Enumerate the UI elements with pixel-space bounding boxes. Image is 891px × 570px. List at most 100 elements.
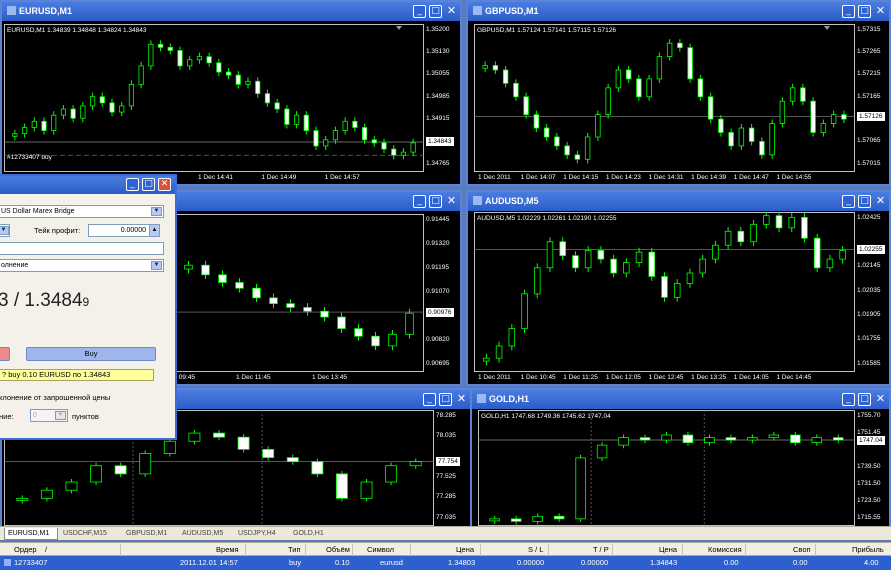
sell-button[interactable] [0, 347, 10, 361]
close-icon[interactable]: ✕ [874, 5, 887, 18]
col-current-price[interactable]: Цена [659, 543, 677, 556]
minimize-icon[interactable]: _ [842, 5, 855, 18]
chart-icon [473, 6, 482, 15]
candle-down [313, 130, 319, 147]
window-titlebar[interactable]: EURUSD,M1 [2, 2, 460, 21]
candle-up [839, 250, 846, 260]
close-icon[interactable]: ✕ [874, 393, 887, 406]
candle-down [218, 274, 227, 283]
x-tick-label: 1 Dec 14:41 [198, 174, 234, 181]
y-tick-label: 1.35200 [426, 25, 450, 33]
maximize-icon[interactable]: □ [858, 195, 871, 208]
price-chart[interactable]: GOLD,H1 1747.68 1749.36 1745.62 1747.04 … [478, 410, 889, 526]
tab-eurusd-m1[interactable]: EURUSD,M1 [4, 528, 58, 540]
table-row[interactable]: 12733407 2011.12.01 14:57 buy 0.10 eurus… [0, 556, 891, 570]
close-icon[interactable]: ✕ [445, 5, 458, 18]
y-tick-label: 0.90820 [426, 335, 450, 343]
candle-down [216, 62, 222, 73]
spinner-up-icon[interactable]: ▲ [149, 224, 160, 237]
minimize-icon[interactable]: _ [413, 195, 426, 208]
candle-up [584, 136, 591, 160]
price-chart[interactable]: AUDUSD,M5 1.02229 1.02261 1.02190 1.0225… [474, 212, 889, 384]
chevron-down-icon[interactable]: ▼ [55, 411, 66, 420]
maximize-icon[interactable]: □ [439, 393, 452, 406]
chart-window-gold[interactable]: GOLD,H1 _ □ ✕ GOLD,H1 1747.68 1749.36 17… [470, 388, 891, 528]
y-tick-label: 1.57065 [857, 137, 881, 145]
comment-input[interactable] [0, 242, 164, 255]
col-order[interactable]: Ордер [14, 543, 37, 556]
close-icon[interactable]: ✕ [874, 195, 887, 208]
close-icon[interactable]: ✕ [455, 393, 468, 406]
col-price[interactable]: Цена [456, 543, 474, 556]
window-titlebar[interactable]: GOLD,H1 [472, 390, 889, 409]
col-symbol[interactable]: Символ [367, 543, 394, 556]
minimize-icon[interactable]: _ [413, 5, 426, 18]
chevron-down-icon[interactable]: ▼ [151, 207, 162, 216]
divider [682, 544, 683, 556]
deviation-label: клонение от запрошенной цены [0, 393, 111, 402]
minimize-icon[interactable]: _ [842, 195, 855, 208]
volume-select[interactable]: ▼ [0, 224, 10, 237]
col-swap[interactable]: Своп [793, 543, 811, 556]
col-type[interactable]: Тип [288, 543, 301, 556]
window-titlebar[interactable]: AUDUSD,M5 [468, 192, 889, 211]
minimize-icon[interactable]: _ [126, 178, 139, 191]
close-icon[interactable]: ✕ [445, 195, 458, 208]
price-chart[interactable]: GBPUSD,M1 1.57124 1.57141 1.57115 1.5712… [474, 24, 889, 184]
candle-up [89, 96, 96, 107]
tab-usdjpy-h4[interactable]: USDJPY,H4 [235, 528, 287, 540]
candle-down [748, 127, 755, 142]
maximize-icon[interactable]: □ [858, 5, 871, 18]
candle-down [559, 241, 566, 257]
col-time[interactable]: Время [216, 543, 239, 556]
col-volume[interactable]: Объём [326, 543, 350, 556]
maximize-icon[interactable]: □ [429, 5, 442, 18]
tab-gbpusd-m1[interactable]: GBPUSD,M1 [123, 528, 177, 540]
chevron-down-icon[interactable]: ▼ [151, 261, 162, 270]
x-tick-label: 1 Dec 14:05 [733, 374, 769, 381]
y-tick-label: 78.035 [436, 431, 456, 439]
tab-audusd-m5[interactable]: AUDUSD,M5 [179, 528, 233, 540]
y-tick-label: 1.01585 [857, 359, 881, 367]
price-chart[interactable]: EURUSD,M1 1.34839 1.34848 1.34824 1.3484… [4, 24, 460, 184]
chart-window-audusd[interactable]: AUDUSD,M5 _ □ ✕ AUDUSD,M5 1.02229 1.0226… [466, 190, 891, 386]
col-sl[interactable]: S / L [528, 543, 543, 556]
order-type-value: олнение [1, 262, 29, 269]
symbol-select[interactable]: US Dollar Marex Bridge ▼ [0, 205, 164, 218]
maximize-icon[interactable]: □ [429, 195, 442, 208]
chart-window-gbpusd[interactable]: GBPUSD,M1 _ □ ✕ GBPUSD,M1 1.57124 1.5714… [466, 0, 891, 186]
take-profit-input[interactable]: 0.00000 [88, 224, 150, 237]
tab-gold-h1[interactable]: GOLD,H1 [290, 528, 330, 540]
candle-down [682, 434, 694, 444]
minimize-icon[interactable]: _ [423, 393, 436, 406]
maximize-icon[interactable]: □ [858, 393, 871, 406]
candle-up [508, 328, 516, 347]
y-tick-label: 1.57165 [857, 92, 881, 100]
col-commission[interactable]: Комиссия [708, 543, 742, 556]
chevron-down-icon[interactable]: ▼ [0, 226, 9, 235]
candle-down [574, 154, 581, 160]
order-dialog[interactable]: _ □ ✕ US Dollar Marex Bridge ▼ ▼ Тейк про… [0, 174, 177, 440]
candle-up [293, 114, 300, 125]
candle-down [303, 114, 309, 131]
candle-up [724, 230, 732, 246]
chart-window-eurusd[interactable]: EURUSD,M1 _ □ ✕ EURUSD,M1 1.34839 1.3484… [0, 0, 462, 186]
candle-down [201, 264, 210, 276]
col-tp[interactable]: T / P [593, 543, 609, 556]
maximize-icon[interactable]: □ [142, 178, 155, 191]
candle-up [521, 293, 528, 330]
window-titlebar[interactable]: GBPUSD,M1 [468, 2, 889, 21]
minimize-icon[interactable]: _ [842, 393, 855, 406]
close-icon[interactable]: ✕ [158, 178, 171, 191]
candle-up [16, 497, 29, 501]
tab-usdchf-m15[interactable]: USDCHF,M15 [60, 528, 120, 540]
y-tick-label: 1.02035 [857, 286, 881, 294]
deviation-input[interactable]: 0 ▼ [30, 409, 68, 422]
chart-header: AUDUSD,M5 1.02229 1.02261 1.02190 1.0225… [477, 215, 617, 222]
candle-down [252, 287, 261, 299]
buy-button[interactable]: Buy [26, 347, 156, 361]
order-type-select[interactable]: олнение ▼ [0, 259, 164, 272]
col-profit[interactable]: Прибыль [852, 543, 884, 556]
x-tick-label: 1 Dec 14:23 [605, 174, 641, 181]
candle-up [409, 461, 422, 467]
